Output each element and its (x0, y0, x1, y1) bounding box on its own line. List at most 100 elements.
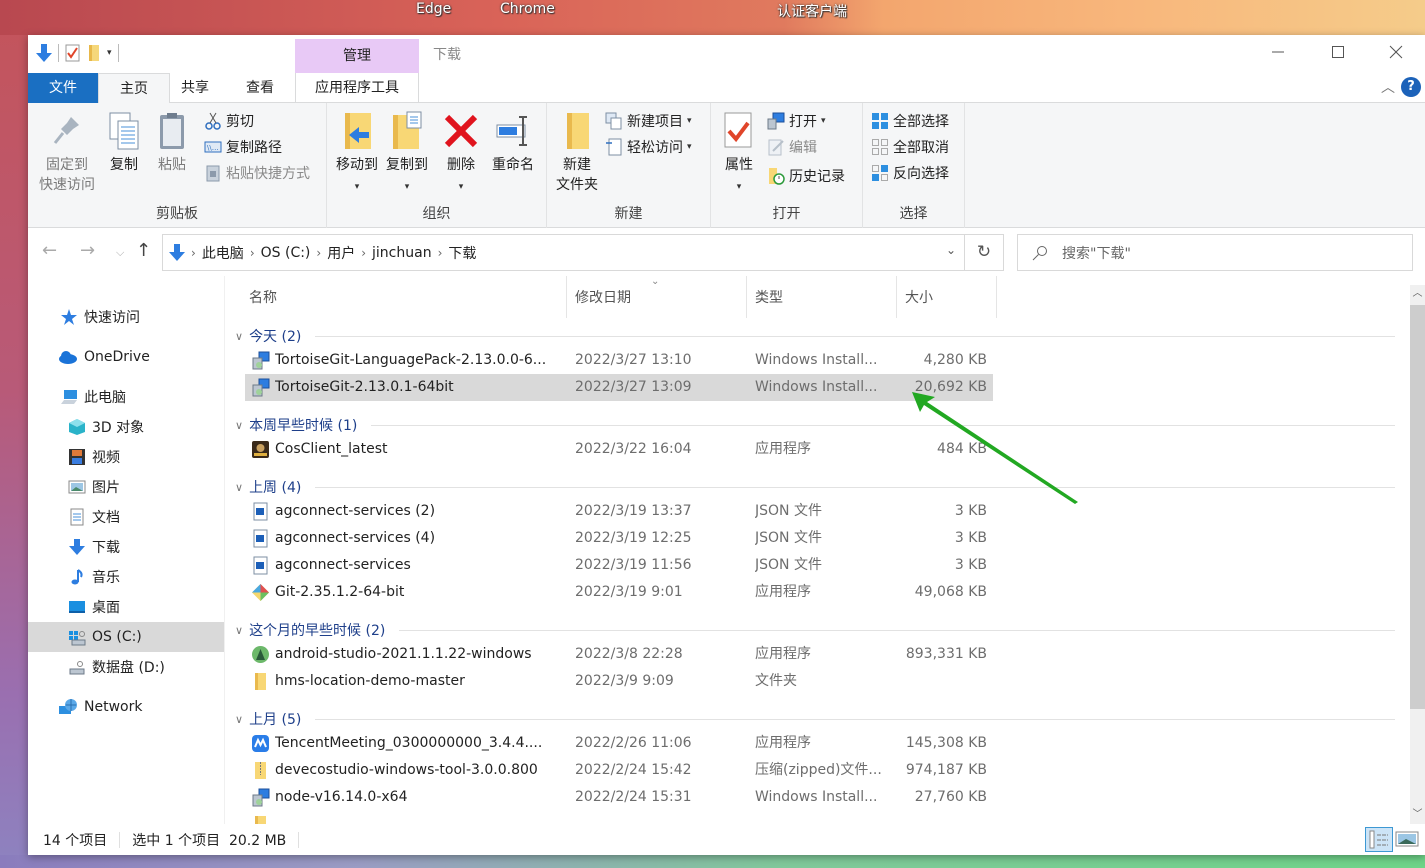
rename-button[interactable]: 重命名 (487, 111, 539, 175)
details-view-button[interactable] (1365, 827, 1393, 852)
maximize-button[interactable] (1318, 41, 1358, 67)
address-history-chevron-icon[interactable]: ⌄ (946, 243, 956, 257)
nav-item-onedrive[interactable]: OneDrive (28, 342, 224, 372)
forward-button[interactable]: → (80, 240, 95, 261)
group-collapse-chevron-icon[interactable]: ∨ (235, 624, 243, 637)
desktop-shortcut-chrome[interactable]: Chrome (500, 1, 555, 17)
breadcrumb-os-c[interactable]: OS (C:) (261, 245, 311, 261)
help-icon[interactable]: ? (1401, 77, 1421, 97)
group-header-last-week[interactable]: ∨ 上周 (4) (235, 476, 1395, 498)
column-header-name[interactable]: 名称 (241, 276, 567, 318)
nav-item-pictures[interactable]: 图片 (28, 472, 224, 502)
paste-button[interactable]: 粘贴 (152, 111, 192, 175)
properties-check-icon[interactable] (65, 44, 81, 62)
breadcrumb-users[interactable]: 用户 (327, 243, 355, 263)
cut-button[interactable]: 剪切 (204, 110, 254, 132)
easy-access-button[interactable]: 轻松访问 ▾ (605, 136, 692, 158)
paste-shortcut-button[interactable]: 粘贴快捷方式 (204, 162, 310, 184)
up-button[interactable]: ↑ (136, 240, 151, 261)
desktop-shortcut-auth-client[interactable]: 认证客户端 (777, 1, 847, 21)
nav-item-data-d[interactable]: 数据盘 (D:) (28, 652, 224, 682)
breadcrumb-jinchuan[interactable]: jinchuan (372, 245, 432, 261)
copy-path-button[interactable]: \\… 复制路径 (204, 136, 282, 158)
nav-item-videos[interactable]: 视频 (28, 442, 224, 472)
tab-view[interactable]: 查看 (235, 73, 285, 103)
nav-item-network[interactable]: Network (28, 692, 224, 722)
recent-locations-button[interactable]: ⌵ (116, 246, 124, 260)
group-header-last-month[interactable]: ∨ 上月 (5) (235, 708, 1395, 730)
group-collapse-chevron-icon[interactable]: ∨ (235, 713, 243, 726)
file-row[interactable]: agconnect-services (2) 2022/3/19 13:37 J… (245, 498, 993, 525)
file-row[interactable]: hms-location-demo-master 2022/3/9 9:09 文… (245, 668, 993, 695)
desktop-shortcut-edge[interactable]: Edge (416, 1, 451, 17)
scroll-up-icon[interactable]: ︿ (1410, 285, 1425, 303)
tab-share[interactable]: 共享 (170, 73, 220, 103)
search-box[interactable]: 搜索"下载" (1017, 234, 1413, 271)
breadcrumb-separator[interactable]: › (316, 246, 321, 260)
group-header-today[interactable]: ∨ 今天 (2) (235, 325, 1395, 347)
group-header-earlier-this-month[interactable]: ∨ 这个月的早些时候 (2) (235, 619, 1395, 641)
properties-button[interactable]: 属性 ▾ (719, 111, 759, 197)
open-button[interactable]: 打开 ▾ (767, 110, 826, 132)
address-bar[interactable]: › 此电脑 › OS (C:) › 用户 › jinchuan › 下载 ⌄ (162, 234, 965, 271)
new-item-button[interactable]: 新建项目 ▾ (605, 110, 692, 132)
breadcrumb-separator[interactable]: › (438, 246, 443, 260)
invert-selection-button[interactable]: 反向选择 (871, 162, 949, 184)
file-row-partial[interactable] (245, 811, 993, 824)
nav-item-documents[interactable]: 文档 (28, 502, 224, 532)
close-button[interactable] (1376, 41, 1416, 67)
pin-quick-access-button[interactable]: 固定到 快速访问 (34, 111, 100, 195)
copy-to-button[interactable]: 复制到 ▾ (383, 111, 431, 197)
nav-item-desktop[interactable]: 桌面 (28, 592, 224, 622)
file-row[interactable]: CosClient_latest 2022/3/22 16:04 应用程序 48… (245, 436, 993, 463)
file-row[interactable]: agconnect-services (4) 2022/3/19 12:25 J… (245, 525, 993, 552)
file-row[interactable]: devecostudio-windows-tool-3.0.0.800 2022… (245, 757, 993, 784)
scrollbar-thumb[interactable] (1410, 305, 1425, 709)
column-header-size[interactable]: 大小 (897, 276, 997, 318)
file-row-selected[interactable]: TortoiseGit-2.13.0.1-64bit 2022/3/27 13:… (245, 374, 993, 401)
new-folder-button[interactable]: 新建 文件夹 (553, 111, 601, 195)
column-header-type[interactable]: 类型 (747, 276, 897, 318)
nav-item-downloads[interactable]: 下载 (28, 532, 224, 562)
file-row[interactable]: TencentMeeting_0300000000_3.4.4.... 2022… (245, 730, 993, 757)
group-collapse-chevron-icon[interactable]: ∨ (235, 481, 243, 494)
breadcrumb-separator[interactable]: › (361, 246, 366, 260)
refresh-button[interactable]: ↻ (964, 234, 1004, 271)
vertical-scrollbar[interactable]: ︿ ﹀ (1410, 285, 1425, 824)
file-row[interactable]: node-v16.14.0-x64 2022/2/24 15:31 Window… (245, 784, 993, 811)
nav-item-quick-access[interactable]: 快速访问 (28, 302, 224, 332)
select-all-button[interactable]: 全部选择 (871, 110, 949, 132)
group-header-earlier-this-week[interactable]: ∨ 本周早些时候 (1) (235, 414, 1395, 436)
group-collapse-chevron-icon[interactable]: ∨ (235, 419, 243, 432)
file-row[interactable]: Git-2.35.1.2-64-bit 2022/3/19 9:01 应用程序 … (245, 579, 993, 606)
file-row[interactable]: TortoiseGit-LanguagePack-2.13.0.0-6... 2… (245, 347, 993, 374)
nav-item-3d-objects[interactable]: 3D 对象 (28, 412, 224, 442)
edit-button[interactable]: 编辑 (767, 136, 817, 158)
copy-button[interactable]: 复制 (104, 111, 144, 175)
file-row[interactable]: agconnect-services 2022/3/19 11:56 JSON … (245, 552, 993, 579)
large-icons-view-button[interactable] (1394, 827, 1422, 852)
history-button[interactable]: 历史记录 (767, 165, 845, 187)
delete-button[interactable]: 删除 ▾ (441, 111, 481, 197)
column-header-date[interactable]: 修改日期 ⌄ (567, 276, 747, 318)
tab-application-tools[interactable]: 应用程序工具 (295, 73, 419, 103)
nav-item-music[interactable]: 音乐 (28, 562, 224, 592)
minimize-button[interactable] (1258, 41, 1298, 67)
breadcrumb-downloads[interactable]: 下载 (448, 243, 476, 263)
tab-file[interactable]: 文件 (28, 73, 98, 103)
collapse-ribbon-icon[interactable]: ︿ (1381, 77, 1395, 97)
nav-item-this-pc[interactable]: 此电脑 (28, 382, 224, 412)
nav-item-os-c[interactable]: OS (C:) (28, 622, 224, 652)
download-arrow-icon[interactable] (36, 43, 52, 63)
tab-home[interactable]: 主页 (98, 73, 170, 104)
scroll-down-icon[interactable]: ﹀ (1410, 806, 1425, 824)
breadcrumb-separator[interactable]: › (250, 246, 255, 260)
file-row[interactable]: android-studio-2021.1.1.22-windows 2022/… (245, 641, 993, 668)
group-collapse-chevron-icon[interactable]: ∨ (235, 330, 243, 343)
move-to-button[interactable]: 移动到 ▾ (333, 111, 381, 197)
new-folder-icon[interactable] (87, 44, 101, 62)
customize-toolbar-dropdown[interactable]: ▾ (107, 48, 112, 58)
select-none-button[interactable]: 全部取消 (871, 136, 949, 158)
back-button[interactable]: ← (42, 240, 57, 261)
breadcrumb-this-pc[interactable]: 此电脑 (202, 243, 244, 263)
